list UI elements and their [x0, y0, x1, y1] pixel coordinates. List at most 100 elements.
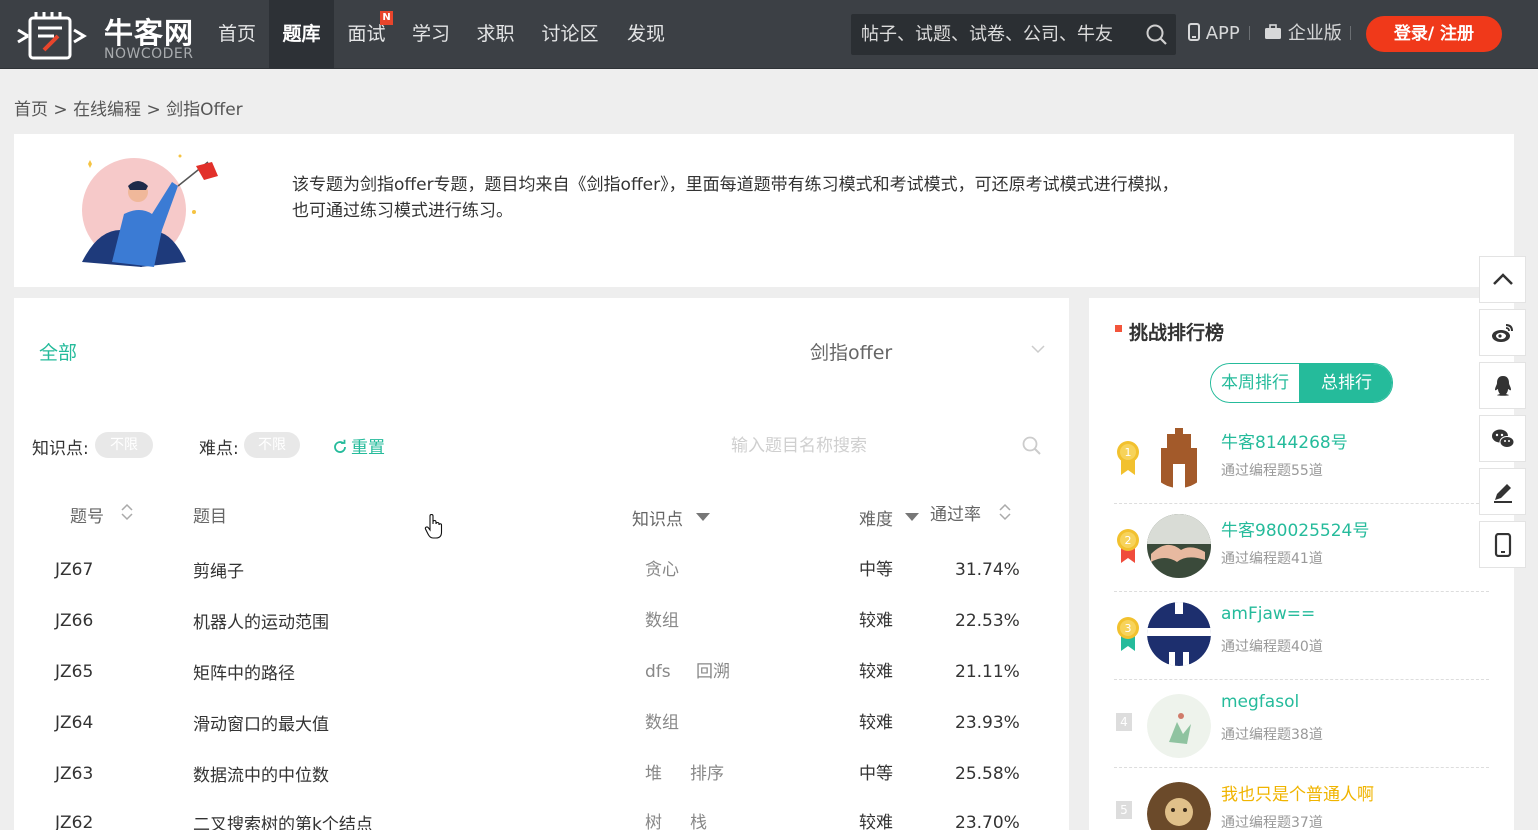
- tab-all[interactable]: 全部: [39, 338, 77, 365]
- breadcrumb-home[interactable]: 首页: [14, 100, 48, 120]
- sort-icon[interactable]: [999, 502, 1011, 522]
- intro-description: 该专题为剑指offer专题，题目均来自《剑指offer》，里面每道题带有练习模式…: [292, 175, 1179, 221]
- mobile-app-button[interactable]: [1479, 521, 1526, 568]
- enterprise-link[interactable]: 企业版: [1264, 22, 1342, 46]
- ranking-item[interactable]: 2 牛客980025524号 通过编程题41道: [1114, 504, 1489, 592]
- ranking-item[interactable]: 1 牛客8144268号 通过编程题55道: [1114, 416, 1489, 504]
- app-link[interactable]: APP: [1188, 22, 1240, 46]
- table-row[interactable]: JZ66 机器人的运动范围 数组 较难 22.53%: [14, 611, 1069, 662]
- nav-interview[interactable]: 面试 N: [334, 0, 399, 69]
- breadcrumb-separator: >: [53, 100, 68, 120]
- table-row[interactable]: JZ64 滑动窗口的最大值 数组 较难 23.93%: [14, 713, 1069, 764]
- enterprise-label: 企业版: [1287, 23, 1342, 44]
- ranking-item[interactable]: 3 amFjaw== 通过编程题40道: [1114, 592, 1489, 680]
- share-wechat-button[interactable]: [1479, 415, 1526, 462]
- problem-title[interactable]: 矩阵中的路径: [193, 664, 295, 684]
- divider: [1249, 26, 1250, 40]
- topic-select[interactable]: 剑指offer: [810, 338, 1045, 364]
- user-avatar[interactable]: [1147, 424, 1211, 488]
- bronze-medal-icon: 3: [1117, 617, 1139, 651]
- login-register-button[interactable]: 登录/ 注册: [1366, 16, 1502, 52]
- user-name[interactable]: 我也只是个普通人啊: [1221, 780, 1374, 805]
- gold-medal-icon: 1: [1117, 441, 1139, 475]
- user-name[interactable]: 牛客980025524号: [1221, 516, 1369, 541]
- problem-difficulty: 较难: [859, 713, 893, 733]
- col-header-pass-rate-label: 通过率: [930, 505, 981, 525]
- table-row[interactable]: JZ62 二叉搜索树的第k个结点 树 栈 较难 23.70%: [14, 813, 1069, 830]
- knowledge-filter-pill[interactable]: 不限: [95, 432, 153, 458]
- problem-tag[interactable]: 贪心: [645, 560, 679, 580]
- problem-tag[interactable]: 数组: [645, 713, 679, 733]
- problem-tag[interactable]: 栈: [690, 813, 707, 830]
- nav-home[interactable]: 首页: [205, 0, 269, 69]
- col-header-pass-rate[interactable]: 通过率: [930, 500, 981, 525]
- caret-down-icon[interactable]: [696, 513, 710, 521]
- nowcoder-logo[interactable]: 牛客网 NOWCODER: [14, 8, 204, 64]
- problem-tag[interactable]: 回溯: [696, 662, 730, 682]
- topic-intro-banner: 该专题为剑指offer专题，题目均来自《剑指offer》，里面每道题带有练习模式…: [14, 134, 1514, 287]
- search-icon[interactable]: [1022, 436, 1042, 456]
- table-row[interactable]: JZ63 数据流中的中位数 堆 排序 中等 25.58%: [14, 764, 1069, 815]
- table-row[interactable]: JZ65 矩阵中的路径 dfs 回溯 较难 21.11%: [14, 662, 1069, 713]
- problem-tag[interactable]: dfs: [645, 662, 671, 682]
- breadcrumb-online-coding[interactable]: 在线编程: [73, 100, 141, 120]
- topic-select-value: 剑指offer: [810, 342, 893, 364]
- nav-question-bank[interactable]: 题库: [269, 0, 334, 69]
- reset-button[interactable]: 重置: [332, 433, 385, 458]
- ranking-item[interactable]: 4 megfasol 通过编程题38道: [1114, 680, 1489, 768]
- problem-tag[interactable]: 数组: [645, 611, 679, 631]
- tab-weekly-ranking[interactable]: 本周排行: [1211, 364, 1299, 402]
- table-row[interactable]: JZ67 剪绳子 贪心 中等 31.74%: [14, 560, 1069, 611]
- user-solved-count: 通过编程题41道: [1221, 551, 1323, 567]
- tab-total-ranking[interactable]: 总排行: [1299, 364, 1392, 402]
- problem-search-input[interactable]: [719, 426, 1009, 466]
- problem-tag[interactable]: 树: [645, 813, 662, 830]
- challenge-ranking-panel: 挑战排行榜 本周排行 总排行 1 牛客8144268号 通过编程题55道 2 牛…: [1089, 298, 1514, 830]
- breadcrumb: 首页 > 在线编程 > 剑指Offer: [14, 95, 243, 120]
- caret-down-icon[interactable]: [905, 513, 919, 521]
- chevron-down-icon: [1031, 345, 1045, 354]
- search-icon[interactable]: [1146, 24, 1168, 46]
- nav-discussion[interactable]: 讨论区: [528, 0, 612, 69]
- user-avatar[interactable]: [1147, 602, 1211, 666]
- back-to-top-button[interactable]: [1479, 256, 1526, 303]
- problem-difficulty: 较难: [859, 611, 893, 631]
- share-qq-button[interactable]: [1479, 362, 1526, 409]
- knowledge-filter-label: 知识点:: [32, 439, 89, 459]
- share-weibo-button[interactable]: [1479, 309, 1526, 356]
- nav-discover[interactable]: 发现: [612, 0, 680, 69]
- nav-learning[interactable]: 学习: [399, 0, 463, 69]
- user-avatar[interactable]: [1147, 782, 1211, 830]
- user-name[interactable]: amFjaw==: [1221, 604, 1315, 624]
- user-avatar[interactable]: [1147, 514, 1211, 578]
- user-name[interactable]: megfasol: [1221, 692, 1299, 712]
- silver-medal-icon: 2: [1117, 529, 1139, 563]
- problem-title[interactable]: 数据流中的中位数: [193, 766, 329, 786]
- divider: [1350, 26, 1351, 40]
- problem-tag[interactable]: 堆: [645, 764, 662, 784]
- difficulty-filter-pill[interactable]: 不限: [244, 432, 300, 458]
- wechat-icon: [1492, 429, 1515, 448]
- col-header-difficulty-label: 难度: [859, 510, 893, 530]
- problem-title[interactable]: 滑动窗口的最大值: [193, 715, 329, 735]
- user-avatar[interactable]: [1147, 694, 1211, 758]
- col-header-id[interactable]: 题号: [70, 502, 104, 527]
- nowcoder-logo-icon: [17, 12, 87, 60]
- reset-label: 重置: [351, 438, 385, 458]
- hand-cursor-icon: [424, 514, 443, 539]
- problem-title[interactable]: 机器人的运动范围: [193, 613, 329, 633]
- nav-jobs[interactable]: 求职: [463, 0, 528, 69]
- ranking-item[interactable]: 5 我也只是个普通人啊 通过编程题37道: [1114, 768, 1489, 830]
- problem-difficulty: 较难: [859, 813, 893, 830]
- global-search-input[interactable]: [851, 14, 1131, 55]
- col-header-tags[interactable]: 知识点: [632, 505, 683, 530]
- col-header-difficulty[interactable]: 难度: [859, 505, 893, 530]
- sort-icon[interactable]: [121, 502, 133, 522]
- problem-id: JZ63: [55, 764, 94, 784]
- problem-tag[interactable]: 排序: [690, 764, 724, 784]
- feedback-button[interactable]: [1479, 468, 1526, 515]
- problem-title[interactable]: 二叉搜索树的第k个结点: [193, 815, 373, 830]
- problem-title[interactable]: 剪绳子: [193, 562, 244, 582]
- user-name[interactable]: 牛客8144268号: [1221, 428, 1348, 453]
- problem-id: JZ62: [55, 813, 94, 830]
